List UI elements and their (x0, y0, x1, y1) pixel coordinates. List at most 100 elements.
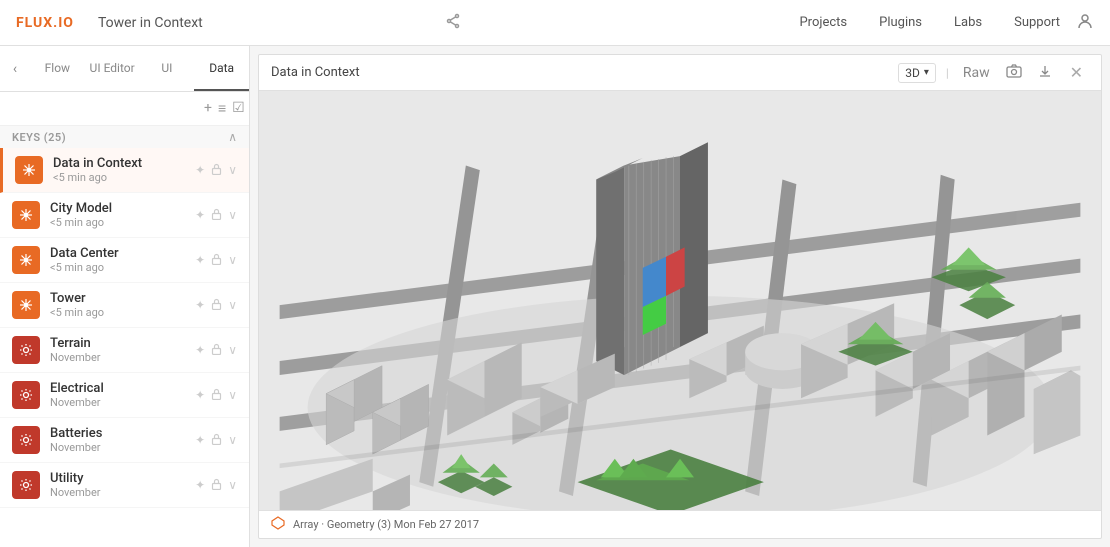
tab-flow[interactable]: Flow (30, 46, 85, 91)
lock-icon[interactable] (211, 433, 222, 448)
filter-button[interactable]: ≡ (218, 100, 226, 117)
lock-icon[interactable] (211, 388, 222, 403)
lock-icon[interactable] (211, 478, 222, 493)
key-icon-data-in-context (15, 156, 43, 184)
chevron-down-icon[interactable]: ∨ (228, 298, 237, 312)
chevron-down-icon[interactable]: ∨ (228, 388, 237, 402)
key-name: Tower (50, 291, 195, 306)
lock-icon[interactable] (211, 343, 222, 358)
logo: FLUX.IO (16, 15, 74, 31)
lock-icon[interactable] (211, 163, 222, 178)
gear-icon-4 (18, 477, 34, 493)
key-time: November (50, 396, 195, 409)
nav-support[interactable]: Support (1014, 15, 1060, 30)
separator: | (946, 66, 949, 80)
collapse-keys-button[interactable]: ∧ (228, 130, 237, 144)
chevron-down-icon[interactable]: ∨ (228, 343, 237, 357)
city-model-svg (259, 91, 1101, 510)
viewer-controls: 3D ▾ | Raw (898, 61, 1089, 85)
key-item-city-model[interactable]: City Model <5 min ago ✦ ∨ (0, 193, 249, 238)
geometry-icon (271, 516, 285, 530)
nav-plugins[interactable]: Plugins (879, 15, 922, 30)
key-item-data-center[interactable]: Data Center <5 min ago ✦ ∨ (0, 238, 249, 283)
gear-icon-3 (18, 432, 34, 448)
keys-header: KEYS (25) ∧ (0, 126, 249, 148)
key-item-batteries[interactable]: Batteries November ✦ ∨ (0, 418, 249, 463)
camera-icon[interactable] (1002, 61, 1026, 85)
sidebar: ‹ Flow UI Editor UI Data + ≡ ☑ KEYS (25)… (0, 46, 250, 547)
raw-button[interactable]: Raw (959, 63, 994, 83)
key-info-terrain: Terrain November (50, 336, 195, 364)
add-key-button[interactable]: + (204, 100, 212, 117)
chevron-down-icon[interactable]: ∨ (228, 478, 237, 492)
tab-data[interactable]: Data (194, 46, 249, 91)
view-mode-selector[interactable]: 3D ▾ (898, 63, 936, 83)
key-actions-4: ✦ ∨ (195, 298, 237, 313)
camera-svg (1006, 63, 1022, 79)
nav-projects[interactable]: Projects (799, 15, 847, 30)
lock-svg-3 (211, 253, 222, 265)
key-item-data-in-context[interactable]: Data in Context <5 min ago ✦ ∨ (0, 148, 249, 193)
chevron-down-icon: ▾ (924, 67, 929, 78)
top-nav: FLUX.IO Tower in Context Projects Plugin… (0, 0, 1110, 46)
search-input[interactable] (20, 101, 196, 116)
key-item-tower[interactable]: Tower <5 min ago ✦ ∨ (0, 283, 249, 328)
key-icon-tower (12, 291, 40, 319)
logo-text: FLUX.IO (16, 15, 74, 31)
pin-icon[interactable]: ✦ (195, 343, 205, 357)
sidebar-tabs: ‹ Flow UI Editor UI Data (0, 46, 249, 92)
key-actions-7: ✦ ∨ (195, 433, 237, 448)
key-actions-5: ✦ ∨ (195, 343, 237, 358)
back-button[interactable]: ‹ (0, 46, 30, 91)
key-name: Terrain (50, 336, 195, 351)
lock-svg-6 (211, 388, 222, 400)
key-item-utility[interactable]: Utility November ✦ ∨ (0, 463, 249, 508)
tab-ui[interactable]: UI (140, 46, 195, 91)
nav-links: Projects Plugins Labs Support (799, 15, 1060, 30)
keys-list: Data in Context <5 min ago ✦ ∨ (0, 148, 249, 547)
key-time: <5 min ago (53, 171, 195, 184)
viewer-scene[interactable] (259, 91, 1101, 510)
view-mode-label: 3D (905, 66, 920, 80)
chevron-down-icon[interactable]: ∨ (228, 163, 237, 177)
key-actions-8: ✦ ∨ (195, 478, 237, 493)
select-all-button[interactable]: ☑ (232, 100, 245, 117)
download-svg (1038, 64, 1052, 78)
tab-ui-editor[interactable]: UI Editor (85, 46, 140, 91)
download-icon[interactable] (1034, 62, 1056, 84)
pin-icon[interactable]: ✦ (195, 478, 205, 492)
project-title: Tower in Context (98, 15, 437, 31)
pin-icon[interactable]: ✦ (195, 298, 205, 312)
nav-labs[interactable]: Labs (954, 15, 982, 30)
key-item-electrical[interactable]: Electrical November ✦ ∨ (0, 373, 249, 418)
pin-icon[interactable]: ✦ (195, 163, 205, 177)
share-icon[interactable] (445, 13, 461, 33)
key-time: November (50, 441, 195, 454)
pin-icon[interactable]: ✦ (195, 388, 205, 402)
viewer-footer: Array · Geometry (3) Mon Feb 27 2017 (259, 510, 1101, 538)
key-time: <5 min ago (50, 306, 195, 319)
key-info-tower: Tower <5 min ago (50, 291, 195, 319)
user-icon[interactable] (1076, 12, 1094, 34)
sidebar-search-bar: + ≡ ☑ (0, 92, 249, 126)
key-item-terrain[interactable]: Terrain November ✦ ∨ (0, 328, 249, 373)
gear-icon-2 (18, 387, 34, 403)
chevron-down-icon[interactable]: ∨ (228, 208, 237, 222)
key-name: City Model (50, 201, 195, 216)
lock-icon[interactable] (211, 208, 222, 223)
key-icon-terrain (12, 336, 40, 364)
chevron-down-icon[interactable]: ∨ (228, 253, 237, 267)
viewer-header: Data in Context 3D ▾ | Raw (259, 55, 1101, 91)
lock-svg-2 (211, 208, 222, 220)
key-name: Batteries (50, 426, 195, 441)
key-name: Electrical (50, 381, 195, 396)
pin-icon[interactable]: ✦ (195, 208, 205, 222)
pin-icon[interactable]: ✦ (195, 253, 205, 267)
pin-icon[interactable]: ✦ (195, 433, 205, 447)
lock-icon[interactable] (211, 253, 222, 268)
chevron-down-icon[interactable]: ∨ (228, 433, 237, 447)
close-button[interactable]: ✕ (1064, 61, 1089, 84)
lock-svg-5 (211, 343, 222, 355)
lock-icon[interactable] (211, 298, 222, 313)
viewer-panel: Data in Context 3D ▾ | Raw (258, 54, 1102, 539)
